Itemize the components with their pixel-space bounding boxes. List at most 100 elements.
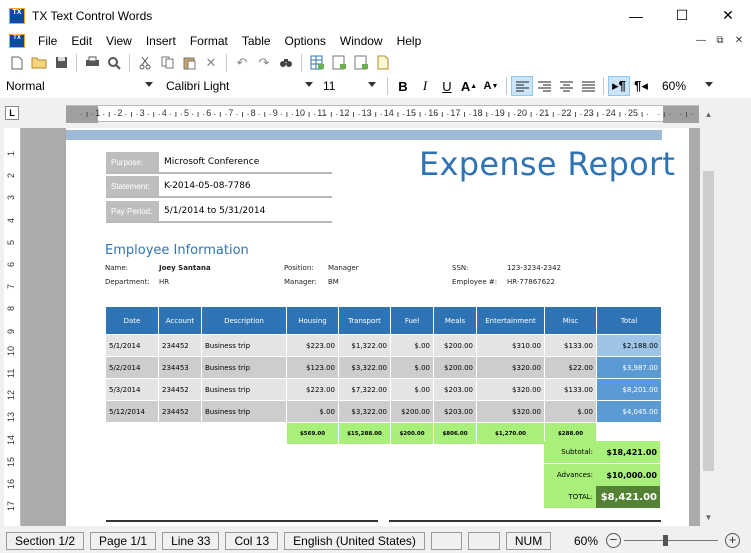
bold-button[interactable]: B	[392, 76, 414, 96]
menu-file[interactable]: File	[31, 34, 64, 48]
menu-table[interactable]: Table	[235, 34, 278, 48]
cell[interactable]	[201, 422, 287, 445]
cell[interactable]: $200.00	[433, 334, 477, 357]
align-left-button[interactable]	[511, 76, 533, 96]
align-right-button[interactable]	[533, 76, 555, 96]
subtotal-value[interactable]: $18,421.00	[596, 441, 660, 463]
copy-icon[interactable]	[156, 53, 178, 73]
cell[interactable]: 234452	[158, 400, 202, 423]
cell[interactable]: 234452	[158, 334, 202, 357]
tab-type-button[interactable]: L	[5, 106, 19, 120]
menu-view[interactable]: View	[99, 34, 139, 48]
expense-table[interactable]: Date Account Description Housing Transpo…	[105, 306, 662, 445]
advances-value[interactable]: $10,000.00	[596, 464, 660, 486]
table-properties-icon[interactable]	[328, 53, 350, 73]
scroll-up-icon[interactable]: ▲	[700, 107, 717, 123]
menu-window[interactable]: Window	[333, 34, 390, 48]
cell[interactable]: $.00	[544, 400, 597, 423]
cell[interactable]	[105, 422, 159, 445]
cut-icon[interactable]	[134, 53, 156, 73]
cell[interactable]: $.00	[390, 378, 434, 401]
delete-icon[interactable]: ✕	[200, 53, 222, 73]
print-icon[interactable]	[81, 53, 103, 73]
underline-button[interactable]: U	[436, 76, 458, 96]
open-folder-icon[interactable]	[28, 53, 50, 73]
rtl-paragraph-icon[interactable]: ¶◂	[630, 76, 652, 96]
maximize-button[interactable]: ☐	[659, 0, 705, 31]
cell[interactable]: $320.00	[476, 400, 545, 423]
font-size-combo[interactable]: 11	[319, 76, 379, 96]
save-icon[interactable]	[50, 53, 72, 73]
document-page[interactable]: Purpose: Microsoft Conference Statement:…	[66, 128, 689, 526]
cell[interactable]: $3,322.00	[338, 400, 391, 423]
cell[interactable]: $123.00	[286, 356, 339, 379]
cell[interactable]: $1,322.00	[338, 334, 391, 357]
horizontal-ruler[interactable]: 1 2 3 4 5 6 7 8 9 10 11 12 13 14 15 16 17 18 19 20 21 22 23 24 2…	[66, 105, 699, 123]
sum-cell[interactable]: $200.00	[390, 422, 434, 445]
cell[interactable]: 5/2/2014	[105, 356, 159, 379]
scrollbar-thumb[interactable]	[703, 171, 714, 471]
vertical-scrollbar[interactable]: ▲ ▼	[700, 105, 717, 526]
scroll-down-icon[interactable]: ▼	[700, 510, 717, 526]
cell[interactable]: $7,322.00	[338, 378, 391, 401]
menu-format[interactable]: Format	[183, 34, 235, 48]
cell[interactable]: 5/12/2014	[105, 400, 159, 423]
style-combo[interactable]: Normal	[2, 76, 156, 96]
total-cell[interactable]: $2,188.00	[596, 334, 662, 357]
cell[interactable]: $.00	[286, 400, 339, 423]
sum-cell[interactable]: $1,270.00	[476, 422, 545, 445]
page-icon[interactable]	[372, 53, 394, 73]
cell[interactable]: 5/3/2014	[105, 378, 159, 401]
total-cell[interactable]: $8,201.00	[596, 378, 662, 401]
align-center-button[interactable]	[555, 76, 577, 96]
total-value[interactable]: $8,421.00	[596, 486, 660, 508]
cell[interactable]: $133.00	[544, 334, 597, 357]
table-insert-icon[interactable]	[306, 53, 328, 73]
cell[interactable]: Business trip	[201, 400, 287, 423]
cell[interactable]: $223.00	[286, 334, 339, 357]
cell[interactable]: Business trip	[201, 334, 287, 357]
cell[interactable]: $.00	[390, 356, 434, 379]
zoom-slider[interactable]	[624, 540, 718, 541]
mdi-minimize-button[interactable]: —	[693, 34, 709, 48]
undo-icon[interactable]: ↶	[231, 53, 253, 73]
table-cell-icon[interactable]	[350, 53, 372, 73]
total-cell[interactable]: $3,987.00	[596, 356, 662, 379]
cell[interactable]: $223.00	[286, 378, 339, 401]
find-icon[interactable]	[275, 53, 297, 73]
zoom-in-button[interactable]: +	[725, 533, 740, 548]
sum-cell[interactable]: $806.00	[433, 422, 477, 445]
cell[interactable]: $203.00	[433, 400, 477, 423]
sum-cell[interactable]: $15,288.00	[338, 422, 391, 445]
cell[interactable]: 234452	[158, 378, 202, 401]
menu-help[interactable]: Help	[390, 34, 429, 48]
cell[interactable]: $133.00	[544, 378, 597, 401]
mdi-restore-button[interactable]: ⧉	[712, 34, 728, 48]
cell[interactable]: $200.00	[433, 356, 477, 379]
cell[interactable]: $22.00	[544, 356, 597, 379]
zoom-combo[interactable]: 60%	[658, 76, 716, 96]
grow-font-button[interactable]: A ▲	[458, 76, 480, 96]
justify-button[interactable]	[577, 76, 599, 96]
shrink-font-button[interactable]: A ▼	[480, 76, 502, 96]
cell[interactable]: Business trip	[201, 356, 287, 379]
new-document-icon[interactable]	[6, 53, 28, 73]
document-area[interactable]: Purpose: Microsoft Conference Statement:…	[21, 128, 700, 526]
menu-options[interactable]: Options	[278, 34, 333, 48]
zoom-slider-thumb[interactable]	[663, 535, 668, 546]
cell[interactable]: 234453	[158, 356, 202, 379]
font-combo[interactable]: Calibri Light	[162, 76, 316, 96]
cell[interactable]: $310.00	[476, 334, 545, 357]
redo-icon[interactable]: ↷	[253, 53, 275, 73]
sum-cell[interactable]: $569.00	[286, 422, 339, 445]
cell[interactable]: $.00	[390, 334, 434, 357]
ltr-paragraph-icon[interactable]: ▸¶	[608, 76, 630, 96]
print-preview-icon[interactable]	[103, 53, 125, 73]
cell[interactable]: $3,322.00	[338, 356, 391, 379]
italic-button[interactable]: I	[414, 76, 436, 96]
vertical-ruler[interactable]: 1 2 3 4 5 6 7 8 9 10 11 12 13 14 15 16 17	[4, 128, 21, 526]
paste-icon[interactable]	[178, 53, 200, 73]
cell[interactable]: $203.00	[433, 378, 477, 401]
document-icon[interactable]: TX	[9, 34, 25, 48]
cell[interactable]: 5/1/2014	[105, 334, 159, 357]
